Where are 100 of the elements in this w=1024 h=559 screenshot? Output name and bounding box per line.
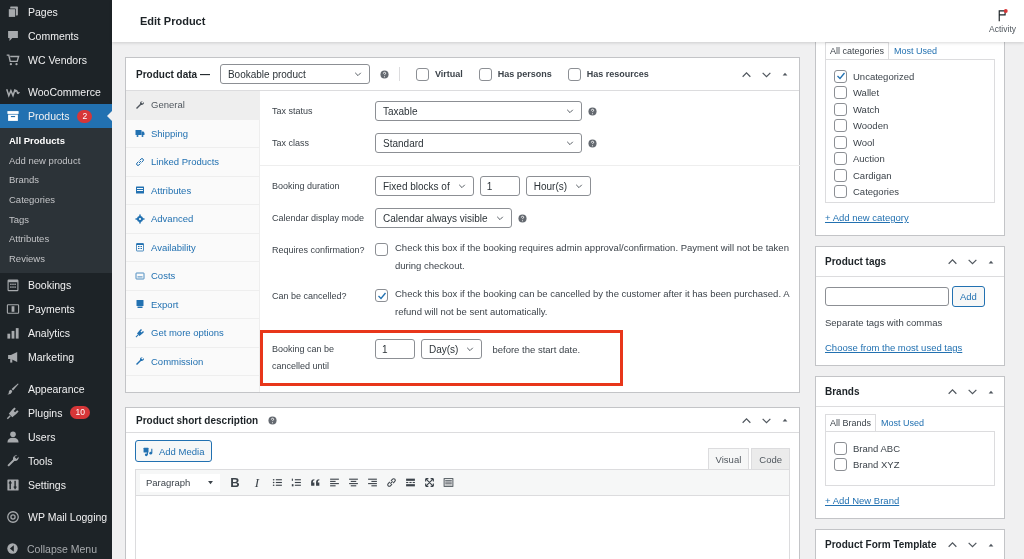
tab[interactable]: Availability <box>126 233 259 262</box>
submenu-item[interactable]: Reviews <box>0 249 112 269</box>
menu-item[interactable]: Settings <box>0 472 112 497</box>
collapse-menu-button[interactable]: Collapse Menu <box>0 536 112 559</box>
submenu-item[interactable]: Categories <box>0 190 112 210</box>
align-right-icon[interactable] <box>367 477 378 488</box>
editor-tab[interactable]: Visual <box>707 448 750 469</box>
menu-item[interactable]: Marketing <box>0 344 112 369</box>
add-brand-link[interactable]: + Add New Brand <box>825 495 900 506</box>
quote-icon[interactable] <box>310 477 321 488</box>
checkbox[interactable] <box>834 102 847 116</box>
add-category-link[interactable]: + Add new category <box>825 212 909 223</box>
checkbox[interactable] <box>567 67 581 81</box>
tag-input-field[interactable] <box>825 287 949 306</box>
tab[interactable]: General <box>126 91 259 120</box>
plug-icon <box>6 405 20 420</box>
checkbox[interactable] <box>834 119 847 133</box>
add-media-button[interactable]: Add Media <box>135 440 213 462</box>
count-badge: 10 <box>70 406 90 420</box>
add-button[interactable]: Add <box>952 286 985 307</box>
tab[interactable]: Attributes <box>126 176 259 205</box>
checkbox-description: Check this box if the booking requires admin approval/confirmation. Payment will not be taken during checkout. <box>395 241 789 273</box>
italic-button[interactable]: I <box>250 474 264 491</box>
tab[interactable]: All Brands <box>825 414 877 431</box>
settings-icon <box>6 477 20 492</box>
menu-item[interactable]: WooCommerce <box>0 80 112 104</box>
menu-item[interactable]: Pages <box>0 0 112 24</box>
menu-item[interactable]: Analytics <box>0 320 112 345</box>
checkbox[interactable] <box>375 243 388 256</box>
menu-item[interactable]: Tools <box>0 448 112 473</box>
checkbox[interactable] <box>834 458 847 472</box>
tab[interactable]: Most Used <box>889 42 943 59</box>
menu-item[interactable]: WC Vendors <box>0 48 112 72</box>
dropdown[interactable]: Taxable <box>375 101 582 121</box>
tab[interactable]: Most Used <box>876 414 930 431</box>
format-dropdown[interactable]: Paragraph <box>140 473 220 492</box>
submenu-item[interactable]: Tags <box>0 209 112 230</box>
submenu-item[interactable]: Add new product <box>0 150 112 171</box>
field-label: Requires confirmation? <box>272 244 366 257</box>
chevron-down-icon <box>457 182 466 190</box>
menu-item[interactable]: Bookings <box>0 272 112 297</box>
checkbox[interactable] <box>834 69 847 83</box>
field-label: Can be cancelled? <box>272 290 348 303</box>
chevron-down-icon <box>353 70 362 78</box>
product-type-dropdown[interactable]: Bookable product <box>219 64 370 84</box>
menu-item[interactable]: Products 2 <box>0 104 112 128</box>
editor-tab[interactable]: Code <box>751 448 790 469</box>
chevron-up-icon[interactable] <box>947 386 958 397</box>
collapse-triangle-icon[interactable] <box>781 416 789 424</box>
tab[interactable]: Export <box>126 290 259 319</box>
link-icon[interactable] <box>386 477 397 488</box>
dropdown[interactable]: Day(s) <box>421 339 483 359</box>
fullscreen-icon[interactable] <box>424 477 435 488</box>
number-field[interactable]: 1 <box>479 176 520 196</box>
tab[interactable]: Commission <box>126 347 259 376</box>
chevron-down-icon <box>495 214 504 222</box>
menu-item[interactable]: WP Mail Logging <box>0 504 112 529</box>
checkbox[interactable] <box>478 67 492 81</box>
menu-item[interactable]: Users <box>0 424 112 449</box>
dropdown[interactable]: Calendar always visible <box>375 208 512 228</box>
read-more-icon[interactable] <box>405 477 416 488</box>
menu-item[interactable]: Payments <box>0 296 112 321</box>
tab[interactable]: Costs <box>126 262 259 291</box>
checkbox[interactable] <box>834 152 847 166</box>
tab[interactable]: Shipping <box>126 119 259 148</box>
panel-title: Brands <box>825 386 860 397</box>
menu-item[interactable]: Appearance <box>0 376 112 401</box>
menu-item[interactable]: Comments <box>0 24 112 48</box>
tab[interactable]: Advanced <box>126 205 259 234</box>
tab[interactable]: Linked Products <box>126 148 259 177</box>
toolbar-toggle-icon[interactable] <box>443 477 454 488</box>
activity-button[interactable]: Activity <box>989 8 1016 34</box>
most-used-tags-link[interactable]: Choose from the most used tags <box>825 342 963 353</box>
dropdown[interactable]: Fixed blocks of <box>375 176 474 196</box>
chevron-up-icon[interactable] <box>947 539 958 550</box>
checkbox[interactable] <box>834 135 847 149</box>
align-center-icon[interactable] <box>348 477 359 488</box>
checkbox[interactable] <box>834 185 847 199</box>
checkbox[interactable] <box>834 168 847 182</box>
menu-item[interactable]: Plugins 10 <box>0 400 112 425</box>
numbered-list-icon[interactable] <box>291 477 302 488</box>
tab[interactable]: Get more options <box>126 319 259 348</box>
flag-icon <box>996 8 1010 22</box>
chevron-up-icon[interactable] <box>947 256 958 267</box>
collapse-triangle-icon[interactable] <box>781 70 789 78</box>
bulleted-list-icon[interactable] <box>272 477 283 488</box>
number-field[interactable]: 1 <box>375 339 415 359</box>
dropdown[interactable]: Hour(s) <box>525 176 592 196</box>
dropdown[interactable]: Standard <box>375 133 582 153</box>
submenu-item[interactable]: Attributes <box>0 229 112 250</box>
align-left-icon[interactable] <box>329 477 340 488</box>
bold-button[interactable]: B <box>228 475 242 490</box>
submenu-item[interactable]: Brands <box>0 170 112 191</box>
checkbox[interactable] <box>834 86 847 100</box>
checkbox-label: Watch <box>853 103 880 115</box>
checkbox[interactable] <box>415 67 429 81</box>
checkbox[interactable] <box>834 441 847 455</box>
submenu-item[interactable]: All Products <box>0 131 112 151</box>
tab[interactable]: All categories <box>825 42 890 59</box>
checkbox[interactable] <box>375 289 388 302</box>
